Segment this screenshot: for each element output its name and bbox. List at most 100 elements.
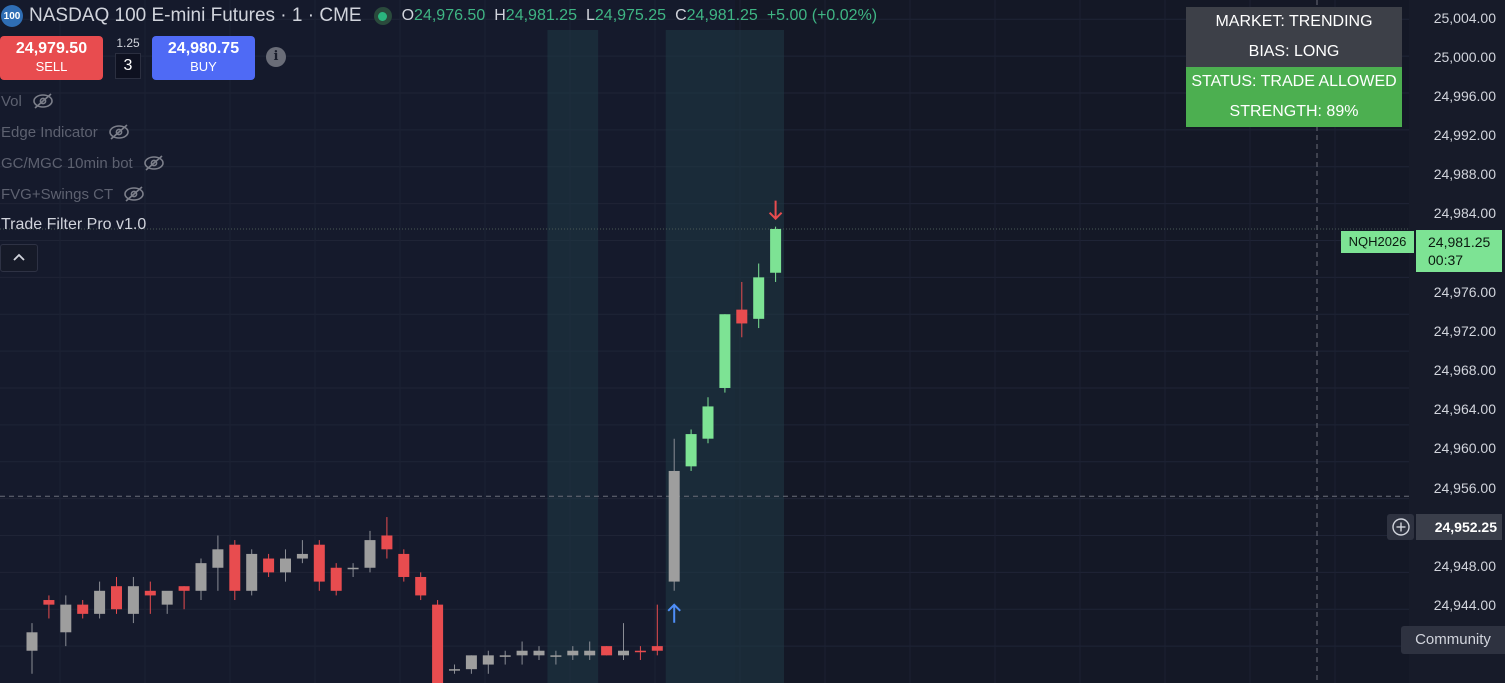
candle-body xyxy=(584,650,596,656)
eye-hidden-icon[interactable] xyxy=(143,154,165,172)
candle-body xyxy=(127,586,139,614)
candle-body xyxy=(550,655,562,657)
indicator-name: Edge Indicator xyxy=(1,123,98,141)
eye-hidden-icon[interactable] xyxy=(123,185,145,203)
sell-button[interactable]: 24,979.50 SELL xyxy=(0,36,103,80)
candle-body xyxy=(465,655,477,670)
symbol-logo-icon[interactable]: 100 xyxy=(1,5,23,27)
eye-hidden-icon[interactable] xyxy=(108,123,130,141)
price-tick: 24,996.00 xyxy=(1433,88,1496,104)
indicator-trade-filter[interactable]: Trade Filter Pro v1.0 xyxy=(1,214,146,236)
trade-status: STATUS: TRADE ALLOWED xyxy=(1186,67,1402,97)
collapse-legend-button[interactable] xyxy=(0,244,38,272)
candle-body xyxy=(313,544,325,582)
candle-body xyxy=(246,553,258,591)
indicator-name: Trade Filter Pro v1.0 xyxy=(1,216,147,233)
buy-label: BUY xyxy=(190,59,217,74)
candle-body xyxy=(753,277,765,319)
buy-price: 24,980.75 xyxy=(167,40,240,57)
candle-body xyxy=(330,567,342,591)
candle-body xyxy=(567,650,579,656)
high-label: H xyxy=(494,7,506,24)
indicator-vol[interactable]: Vol xyxy=(1,90,54,112)
price-tick: 24,948.00 xyxy=(1433,558,1496,574)
crosshair-price-label: 24,952.25 xyxy=(1416,514,1502,540)
price-tick: 24,972.00 xyxy=(1433,323,1496,339)
candle-body xyxy=(263,558,275,573)
candle-body xyxy=(229,544,241,591)
indicator-gc-bot[interactable]: GC/MGC 10min bot xyxy=(1,152,165,174)
price-tick: 24,956.00 xyxy=(1433,480,1496,496)
price-tick: 24,984.00 xyxy=(1433,205,1496,221)
candle-body xyxy=(482,655,494,665)
change-value: +5.00 (+0.02%) xyxy=(766,7,878,24)
high-value: 24,981.25 xyxy=(505,7,577,24)
low-label: L xyxy=(585,7,595,24)
buy-button[interactable]: 24,980.75 BUY xyxy=(152,36,255,80)
candle-body xyxy=(449,669,460,671)
candle-body xyxy=(601,646,613,656)
plus-circle-icon xyxy=(1391,518,1410,536)
candle-body xyxy=(161,590,173,605)
community-button[interactable]: Community xyxy=(1401,626,1505,654)
candle-body xyxy=(685,434,697,467)
info-icon[interactable]: i xyxy=(266,47,286,67)
candle-body xyxy=(516,650,528,656)
bar-countdown: 00:37 xyxy=(1428,252,1464,268)
chart-header: 100 NASDAQ 100 E-mini Futures · 1 · CME … xyxy=(0,4,877,28)
candle-body xyxy=(736,309,748,324)
price-tick: 25,000.00 xyxy=(1433,49,1496,65)
symbol-title[interactable]: NASDAQ 100 E-mini Futures · 1 · CME xyxy=(29,5,362,27)
candle-body xyxy=(60,604,72,633)
last-price-label: 24,981.25 00:37 xyxy=(1416,230,1502,272)
candle-body xyxy=(94,590,106,614)
sell-label: SELL xyxy=(35,59,68,74)
price-tick: 24,960.00 xyxy=(1433,440,1496,456)
candle-body xyxy=(770,228,782,273)
quantity-field[interactable]: 3 xyxy=(115,53,141,79)
candle-body xyxy=(178,586,190,591)
indicator-edge[interactable]: Edge Indicator xyxy=(1,121,130,143)
price-tick: 24,968.00 xyxy=(1433,362,1496,378)
price-tick: 24,964.00 xyxy=(1433,401,1496,417)
candle-body xyxy=(618,650,629,656)
bias-status: BIAS: LONG xyxy=(1186,37,1402,67)
market-open-icon[interactable] xyxy=(373,7,392,25)
candle-body xyxy=(26,632,38,651)
candle-body xyxy=(398,553,410,577)
candle-body xyxy=(347,567,359,570)
candle-body xyxy=(719,314,731,388)
candle-body xyxy=(195,563,207,591)
price-tick: 24,992.00 xyxy=(1433,127,1496,143)
candle-body xyxy=(280,558,291,573)
candle-body xyxy=(533,650,545,656)
add-alert-button[interactable] xyxy=(1387,514,1414,540)
candle-body xyxy=(43,600,55,605)
market-status: MARKET: TRENDING xyxy=(1186,7,1402,37)
session-highlight-zone xyxy=(547,30,599,683)
candle-body xyxy=(668,470,680,582)
price-tick: 24,988.00 xyxy=(1433,166,1496,182)
close-label: C xyxy=(675,7,687,24)
candle-body xyxy=(364,540,376,568)
chevron-up-icon xyxy=(13,253,25,261)
price-tick: 25,004.00 xyxy=(1433,10,1496,26)
price-tick: 24,944.00 xyxy=(1433,597,1496,613)
close-value: 24,981.25 xyxy=(686,7,758,24)
candle-body xyxy=(415,576,427,596)
low-value: 24,975.25 xyxy=(594,7,667,24)
spread-value: 1.25 xyxy=(116,36,140,50)
candle-body xyxy=(296,553,308,559)
trade-filter-status-table: MARKET: TRENDING BIAS: LONG STATUS: TRAD… xyxy=(1186,7,1402,127)
indicator-fvg-swings[interactable]: FVG+Swings CT xyxy=(1,183,145,205)
strength-status: STRENGTH: 89% xyxy=(1186,97,1402,127)
indicator-name: Vol xyxy=(1,92,22,110)
eye-hidden-icon[interactable] xyxy=(32,92,54,110)
candle-body xyxy=(111,586,122,610)
open-label: O xyxy=(401,7,415,24)
candle-body xyxy=(432,604,444,683)
indicator-name: GC/MGC 10min bot xyxy=(1,154,133,172)
candle-body xyxy=(702,406,714,439)
price-tick: 24,976.00 xyxy=(1433,284,1496,300)
candle-body xyxy=(381,535,393,550)
